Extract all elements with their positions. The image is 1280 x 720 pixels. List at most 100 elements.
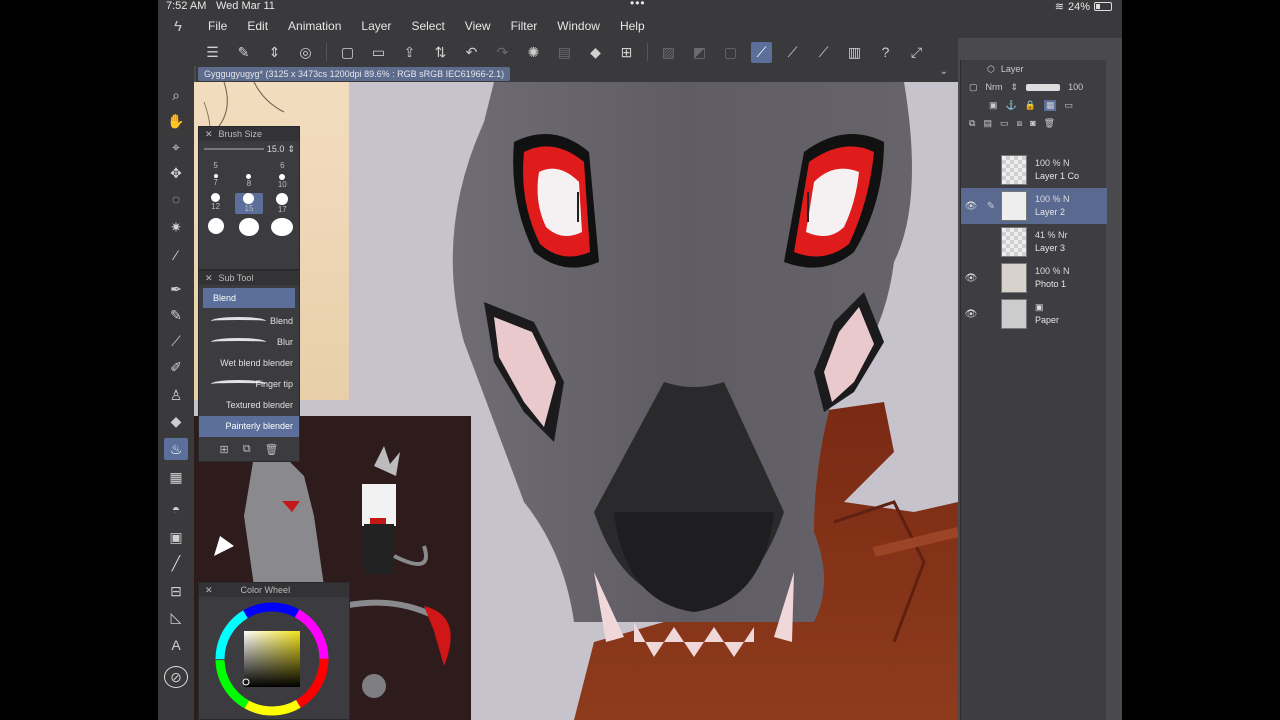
fill-bucket-icon[interactable]: ◓ [164, 498, 188, 520]
eye-icon[interactable]: 👁 [961, 201, 981, 212]
selection-border-icon[interactable]: ▢ [720, 42, 741, 63]
brush-size-option[interactable] [268, 218, 296, 236]
help-icon[interactable]: ? [875, 42, 896, 63]
new-folder-icon[interactable]: ▭ [1000, 118, 1009, 129]
trash-icon[interactable]: 🗑 [1044, 118, 1055, 129]
layer-opacity-value[interactable]: 100 [1068, 82, 1083, 92]
undo-icon[interactable]: ↶ [461, 42, 482, 63]
sub-tool-item[interactable]: Textured blender [199, 395, 299, 416]
pen-tool-icon[interactable]: ✒ [164, 278, 188, 300]
add-subtool-icon[interactable]: ⊞ [219, 443, 228, 456]
sub-tool-group-tab[interactable]: Blend [203, 288, 295, 308]
layer-row-selected[interactable]: 👁 ✎ 100 % N Layer 2 [961, 188, 1107, 224]
pen-stroke-icon[interactable]: ⟋ [813, 42, 834, 63]
airbrush-icon[interactable]: ✐ [164, 356, 188, 378]
brush-size-value[interactable]: 15.0 [267, 144, 285, 154]
menu-edit[interactable]: Edit [237, 19, 278, 33]
brush-size-option[interactable]: 8 [235, 174, 263, 189]
fill-icon[interactable]: ◆ [585, 42, 606, 63]
menu-window[interactable]: Window [547, 19, 610, 33]
magic-wand-icon[interactable]: ✷ [164, 216, 188, 238]
line-tool-icon[interactable]: ╱ [164, 552, 188, 574]
decoration-icon[interactable]: ♙ [164, 384, 188, 406]
transform-icon[interactable]: ⊞ [616, 42, 637, 63]
close-icon[interactable]: ✕ [205, 273, 213, 284]
brush-size-option[interactable]: 12 [202, 193, 230, 214]
brush-size-option[interactable] [202, 218, 230, 236]
clear-icon[interactable]: ▤ [554, 42, 575, 63]
duplicate-icon[interactable]: ⧉ [243, 443, 251, 456]
brush-size-option[interactable]: 10 [268, 174, 296, 189]
brush-size-slider[interactable] [203, 148, 264, 150]
sub-tool-item[interactable]: Blend [199, 311, 299, 332]
clip-icon[interactable]: ▣ [989, 100, 998, 111]
brush-size-option[interactable] [235, 218, 263, 236]
text-tool-icon[interactable]: A [164, 634, 188, 656]
blend-mode-select[interactable]: Nrm [986, 82, 1003, 92]
layer-row[interactable]: 👁 100 % N Photo 1 [961, 260, 1107, 296]
sub-tool-item[interactable]: Blur [199, 332, 299, 353]
color-wheel[interactable] [199, 597, 349, 720]
sort-icon[interactable]: ⇅ [430, 42, 451, 63]
lock-icon[interactable]: 🔒 [1025, 100, 1036, 111]
sub-tool-item-selected[interactable]: Painterly blender [199, 416, 299, 437]
multitask-dots-icon[interactable]: ••• [630, 0, 646, 10]
stepper-icon[interactable]: ⇕ [287, 144, 295, 155]
brush-size-option[interactable]: 17 [268, 193, 296, 214]
gradient-icon[interactable]: ▣ [164, 526, 188, 548]
eye-icon[interactable]: 👁 [961, 273, 981, 284]
document-tab[interactable]: Gyggugyugyg* (3125 x 3473cs 1200dpi 89.6… [198, 67, 511, 81]
brush-icon[interactable]: ⟋ [164, 330, 188, 352]
menu-layer[interactable]: Layer [351, 19, 401, 33]
eye-icon[interactable]: 👁 [961, 309, 981, 320]
resize-icon[interactable]: ⇕ [264, 42, 285, 63]
sub-tool-item[interactable]: Finger tip [199, 374, 299, 395]
zoom-icon[interactable]: ⌕ [164, 84, 188, 106]
layer-tab-icon[interactable]: ⬡ [987, 64, 995, 75]
layer-row[interactable]: 100 % N Layer 1 Co [961, 152, 1107, 188]
redo-icon[interactable]: ↷ [492, 42, 513, 63]
lock-transparency-icon[interactable]: ▦ [1043, 99, 1057, 111]
new-vector-layer-icon[interactable]: ▤ [983, 118, 992, 129]
brush-size-option-selected[interactable]: 15 [234, 193, 263, 214]
brush-size-option[interactable]: 7 [202, 174, 230, 189]
brush-size-option[interactable]: 5 [202, 161, 230, 170]
checkbox-icon[interactable]: ▢ [969, 82, 978, 93]
layer-row[interactable]: 41 % Nr Layer 3 [961, 224, 1107, 260]
menu-view[interactable]: View [455, 19, 501, 33]
invert-selection-icon[interactable]: ◩ [689, 42, 710, 63]
close-icon[interactable]: ✕ [205, 585, 213, 596]
eyedropper-icon[interactable]: ⁄ [164, 244, 188, 266]
stabilizer-icon[interactable]: ⟋ [751, 41, 772, 63]
blend-tool-icon[interactable]: ♨ [164, 438, 188, 460]
mask-add-icon[interactable]: ◙ [1030, 118, 1035, 128]
lasso-icon[interactable]: ◌ [164, 188, 188, 210]
save-icon[interactable]: ⇪ [399, 42, 420, 63]
layer-row[interactable]: 👁 ▣ Paper [961, 296, 1107, 332]
fullscreen-icon[interactable]: ⤢ [906, 42, 927, 63]
layer-opacity-slider[interactable] [1026, 83, 1061, 91]
operation-icon[interactable]: ⌖ [164, 136, 188, 158]
chevron-down-icon[interactable]: ⌄ [940, 66, 948, 77]
move-icon[interactable]: ✥ [164, 162, 188, 184]
menu-file[interactable]: File [198, 19, 237, 33]
ruler-icon[interactable]: ▥ [844, 42, 865, 63]
edit-icon[interactable]: ✎ [233, 42, 254, 63]
brush-size-option[interactable]: 6 [268, 161, 296, 170]
loading-icon[interactable]: ✺ [523, 42, 544, 63]
pencil-icon[interactable]: ✎ [981, 201, 1001, 212]
sub-tool-item[interactable]: Wet blend blender [199, 353, 299, 374]
stepper-icon[interactable]: ⇕ [1011, 82, 1019, 93]
deselect-icon[interactable]: ▨ [658, 42, 679, 63]
ruler-tool-icon[interactable]: ◺ [164, 606, 188, 628]
frame-icon[interactable]: ⊟ [164, 580, 188, 602]
menu-animation[interactable]: Animation [278, 19, 351, 33]
app-logo-icon[interactable]: ϟ [158, 18, 198, 35]
touch-modifier-icon[interactable]: ⊘ [164, 666, 188, 688]
brush-size-option[interactable] [235, 161, 263, 170]
trash-icon[interactable]: 🗑 [265, 443, 279, 456]
hand-icon[interactable]: ✋ [164, 110, 188, 132]
brush-stroke-icon[interactable]: ⟋ [782, 42, 803, 63]
menu-select[interactable]: Select [401, 19, 454, 33]
reference-icon[interactable]: ⚓ [1006, 100, 1017, 111]
